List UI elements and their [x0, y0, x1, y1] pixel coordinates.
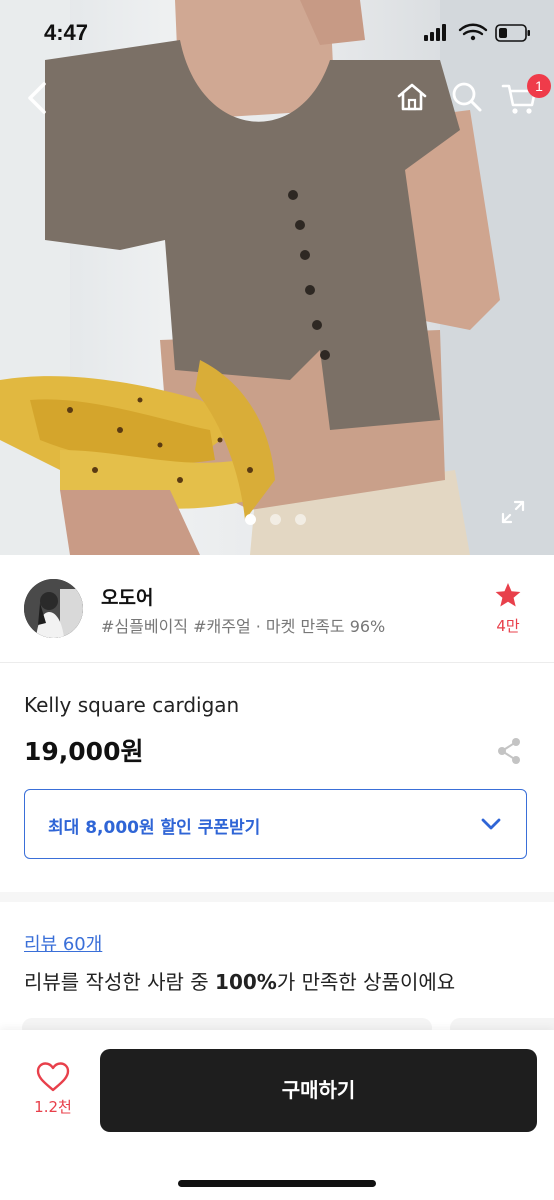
buy-button[interactable]: 구매하기: [100, 1049, 537, 1132]
status-icons: [424, 23, 530, 42]
review-count-link[interactable]: 리뷰 60개: [24, 930, 102, 956]
product-name: Kelly square cardigan: [24, 693, 240, 717]
coupon-label: 최대 8,000원 할인 쿠폰받기: [48, 818, 261, 838]
chevron-down-icon: [481, 818, 501, 830]
product-price: 19,000원: [24, 737, 144, 766]
heart-like-icon[interactable]: [36, 1062, 70, 1092]
product-image-gallery[interactable]: 4:47 1: [0, 0, 554, 555]
review-summary: 리뷰를 작성한 사람 중 100%가 만족한 상품이에요: [24, 966, 455, 995]
battery-icon: [495, 24, 530, 42]
seller-avatar[interactable]: [24, 579, 83, 638]
signal-icon: [424, 24, 446, 41]
cart-badge: 1: [527, 74, 551, 98]
bottom-action-bar: 1.2천 구매하기: [0, 1030, 554, 1200]
like-count: 1.2천: [34, 1098, 72, 1116]
back-chevron-left-icon[interactable]: [20, 78, 56, 118]
section-divider: [0, 892, 554, 902]
favorite-star-icon[interactable]: [494, 581, 522, 609]
status-bar: 4:47: [0, 0, 554, 62]
seller-name[interactable]: 오도어: [101, 583, 153, 610]
favorite-count: 4만: [496, 617, 520, 635]
review-summary-suffix: 가 만족한 상품이에요: [276, 970, 456, 994]
gallery-dot-1[interactable]: [245, 514, 256, 525]
status-time: 4:47: [44, 20, 89, 45]
seller-tags: #심플베이직 #캐주얼 · 마켓 만족도 96%: [101, 617, 386, 636]
wifi-icon: [458, 23, 488, 36]
review-satisfaction-percent: 100%: [215, 970, 277, 994]
search-icon[interactable]: [450, 80, 484, 114]
share-icon[interactable]: [496, 737, 522, 765]
home-icon[interactable]: [395, 80, 429, 114]
gallery-dot-3[interactable]: [295, 514, 306, 525]
review-summary-prefix: 리뷰를 작성한 사람 중: [24, 970, 216, 994]
home-indicator: [178, 1180, 376, 1187]
coupon-download-button[interactable]: 최대 8,000원 할인 쿠폰받기: [24, 789, 527, 859]
seller-row: 오도어 #심플베이직 #캐주얼 · 마켓 만족도 96% 4만: [0, 555, 554, 663]
expand-fullscreen-icon[interactable]: [500, 499, 526, 525]
gallery-dot-2[interactable]: [270, 514, 281, 525]
gallery-pagination: [245, 514, 306, 525]
